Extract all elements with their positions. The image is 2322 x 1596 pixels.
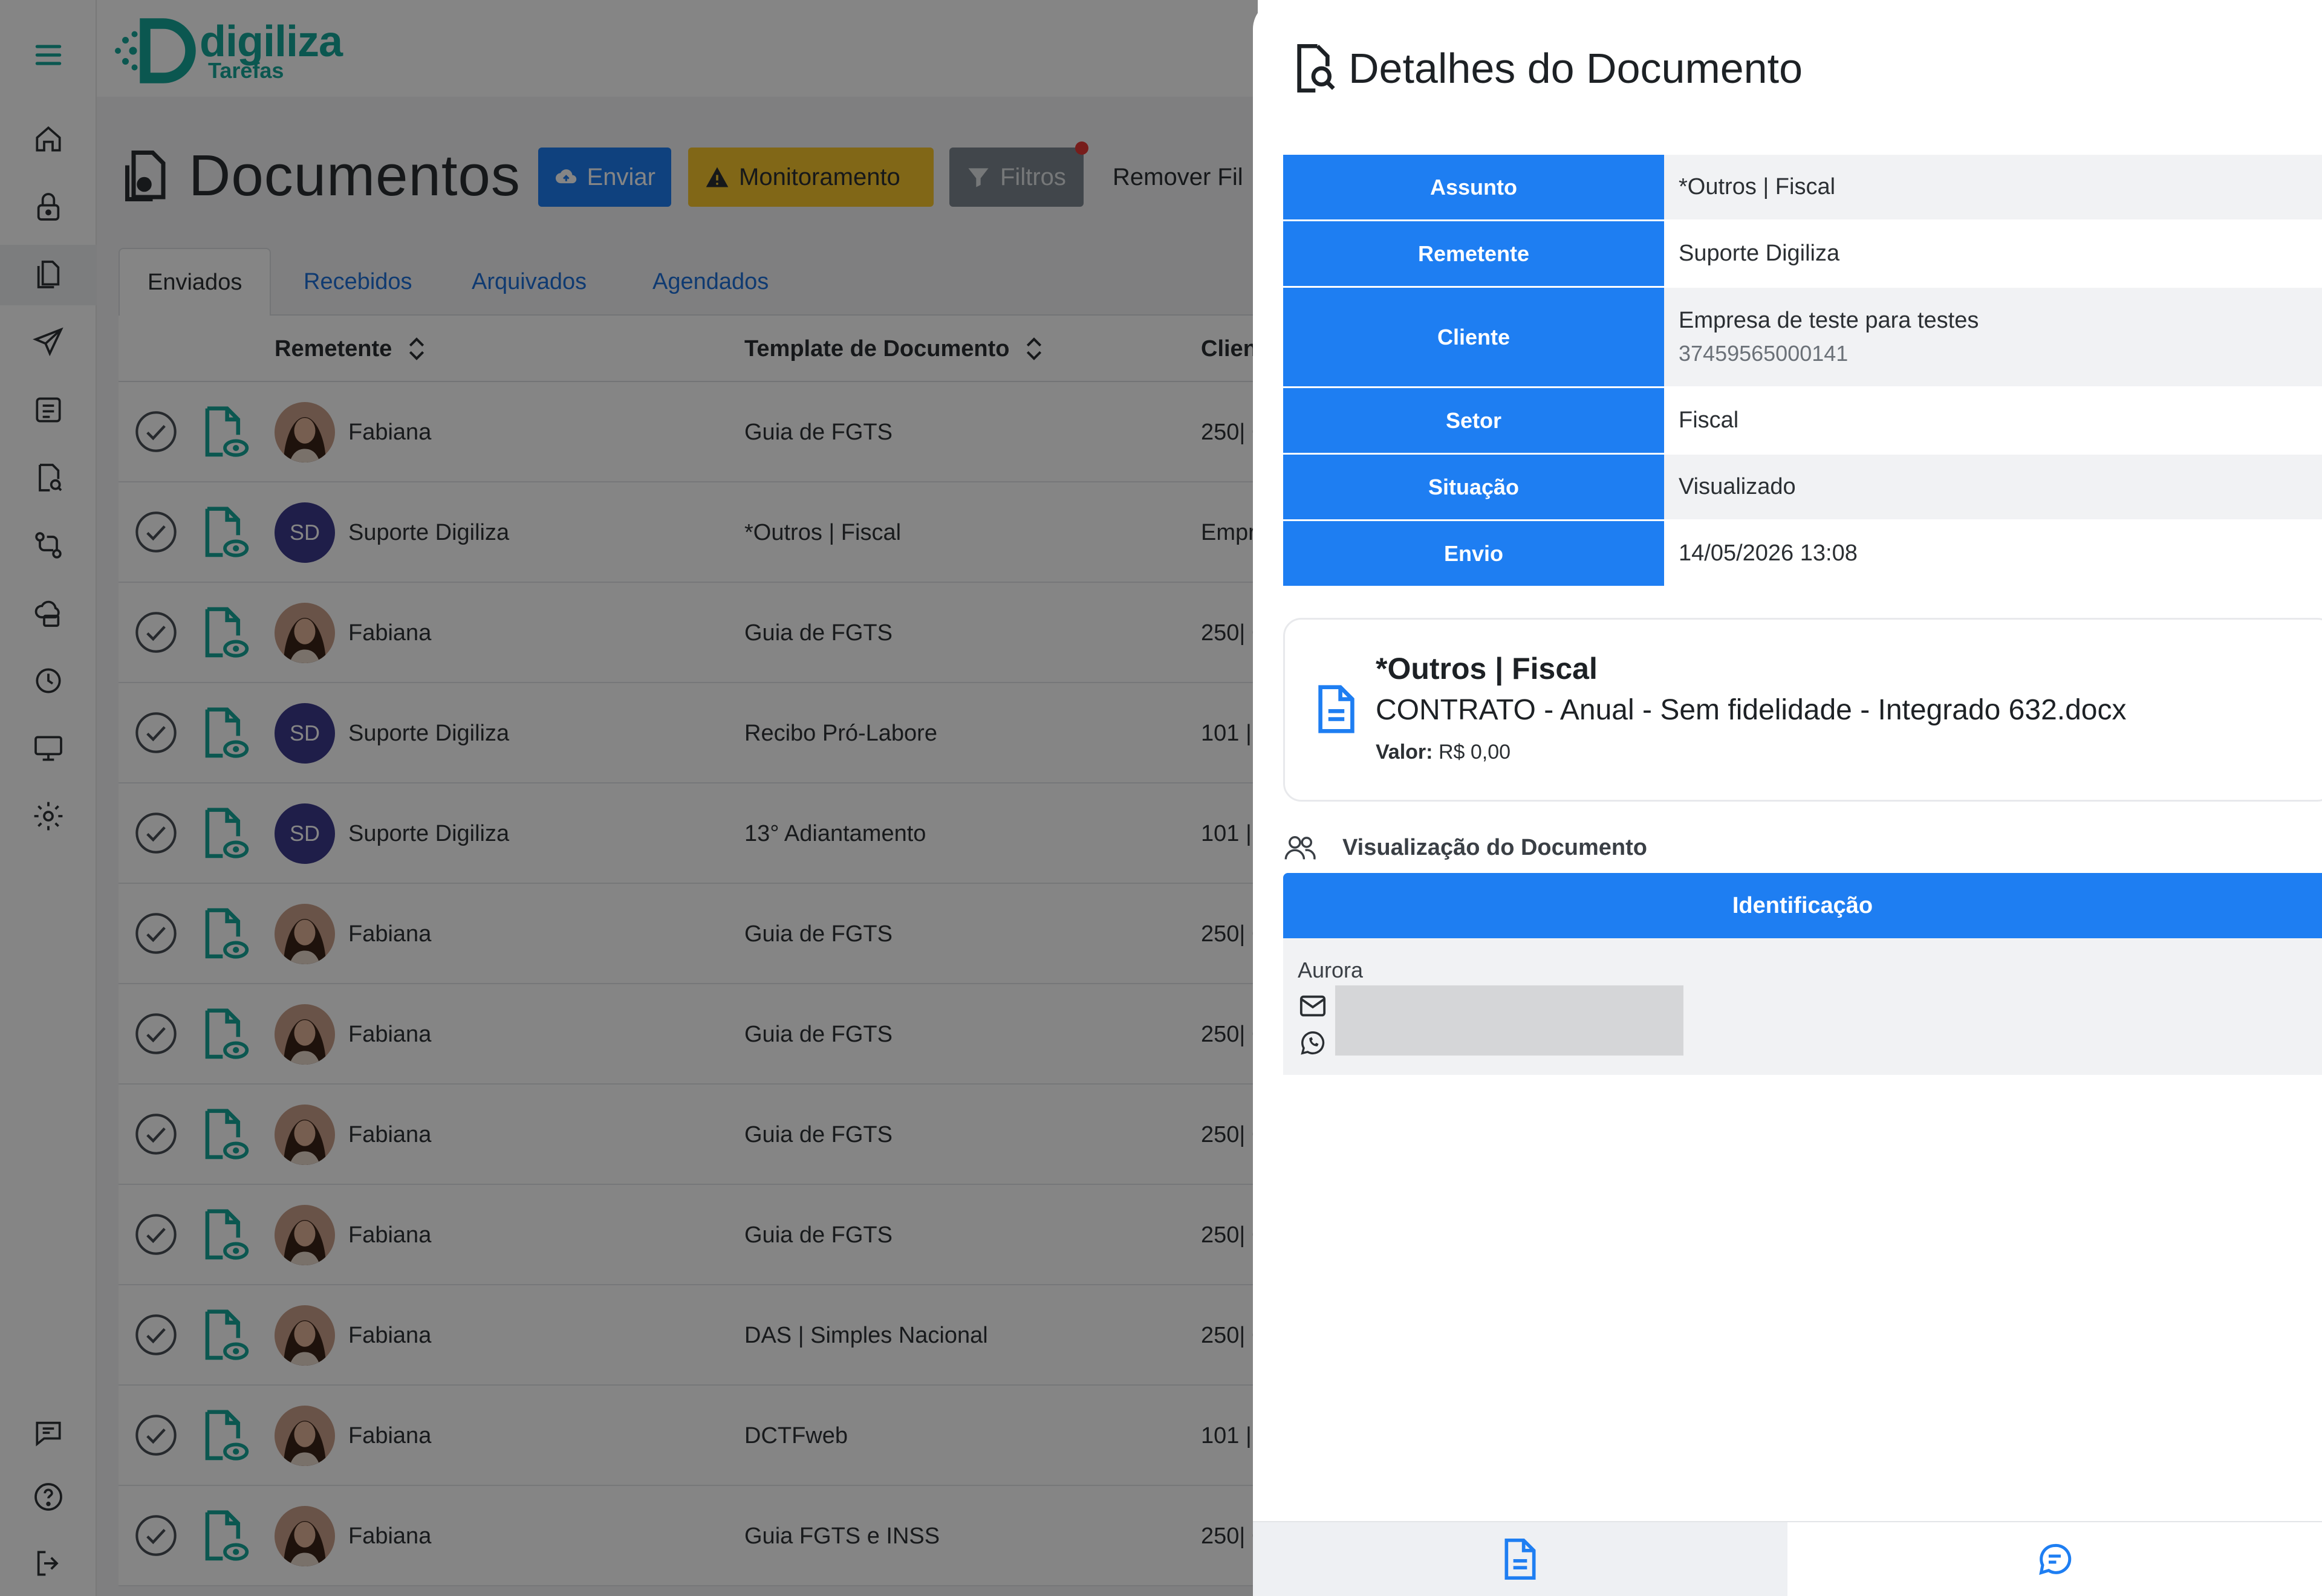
info-row-envio: Envio 14/05/2026 13:08 xyxy=(1283,521,2322,588)
identification-header: Identificação xyxy=(1283,873,2322,938)
document-info-table: Assunto *Outros | Fiscal Remetente Supor… xyxy=(1283,155,2322,588)
client-name: Empresa de teste para testes xyxy=(1679,308,1979,333)
client-document-number: 37459565000141 xyxy=(1679,341,1849,366)
chat-icon xyxy=(2039,1543,2072,1575)
redacted-contact-info xyxy=(1335,985,1683,1056)
modal-backdrop[interactable] xyxy=(0,0,1258,1596)
info-label: Situação xyxy=(1283,455,1664,519)
info-row-situacao: Situação Visualizado xyxy=(1283,455,2322,521)
panel-title: Detalhes do Documento xyxy=(1348,45,1803,92)
visualization-header: Visualização do Documento xyxy=(1283,828,1647,867)
info-label: Envio xyxy=(1283,521,1664,586)
tab-comments[interactable] xyxy=(1787,1522,2322,1596)
info-row-setor: Setor Fiscal xyxy=(1283,388,2322,455)
document-card[interactable]: *Outros | Fiscal CONTRATO - Anual - Sem … xyxy=(1283,618,2322,802)
document-file-name[interactable]: CONTRATO - Anual - Sem fidelidade - Inte… xyxy=(1376,693,2126,727)
info-value-envio: 14/05/2026 13:08 xyxy=(1679,540,1858,566)
identification-row: Aurora xyxy=(1283,938,2322,1075)
document-name: *Outros | Fiscal xyxy=(1376,652,1598,686)
document-value-amount: R$ 0,00 xyxy=(1438,741,1511,764)
info-value-assunto: *Outros | Fiscal xyxy=(1664,155,2322,219)
panel-bottom-tabs xyxy=(1253,1521,2322,1596)
info-value-situacao: Visualizado xyxy=(1664,455,2322,519)
whatsapp-icon xyxy=(1301,1031,1325,1055)
document-details-panel: Detalhes do Documento Assunto *Outros | … xyxy=(1253,0,2322,1596)
visualization-title: Visualização do Documento xyxy=(1342,834,1647,860)
users-icon xyxy=(1284,836,1316,860)
info-label: Assunto xyxy=(1283,155,1664,219)
email-icon xyxy=(1299,995,1326,1017)
info-row-assunto: Assunto *Outros | Fiscal xyxy=(1283,155,2322,221)
document-search-icon xyxy=(1297,44,1335,92)
viewer-name: Aurora xyxy=(1298,958,1364,982)
info-label: Remetente xyxy=(1283,221,1664,286)
info-label: Setor xyxy=(1283,388,1664,453)
info-row-cliente: Cliente Empresa de teste para testes 374… xyxy=(1283,288,2322,388)
document-value: Valor: R$ 0,00 xyxy=(1376,741,1511,764)
file-icon xyxy=(1318,685,1354,733)
document-value-label: Valor: xyxy=(1376,741,1433,764)
info-value-setor: Fiscal xyxy=(1679,407,1739,433)
panel-header: Detalhes do Documento xyxy=(1289,35,1803,102)
info-label: Cliente xyxy=(1283,288,1664,386)
info-row-remetente: Remetente Suporte Digiliza xyxy=(1283,221,2322,288)
info-value-cliente: Empresa de teste para testes 37459565000… xyxy=(1664,288,2322,386)
info-value-remetente: Suporte Digiliza xyxy=(1679,241,1840,266)
document-icon xyxy=(1504,1539,1536,1580)
tab-document-details[interactable] xyxy=(1253,1522,1787,1596)
